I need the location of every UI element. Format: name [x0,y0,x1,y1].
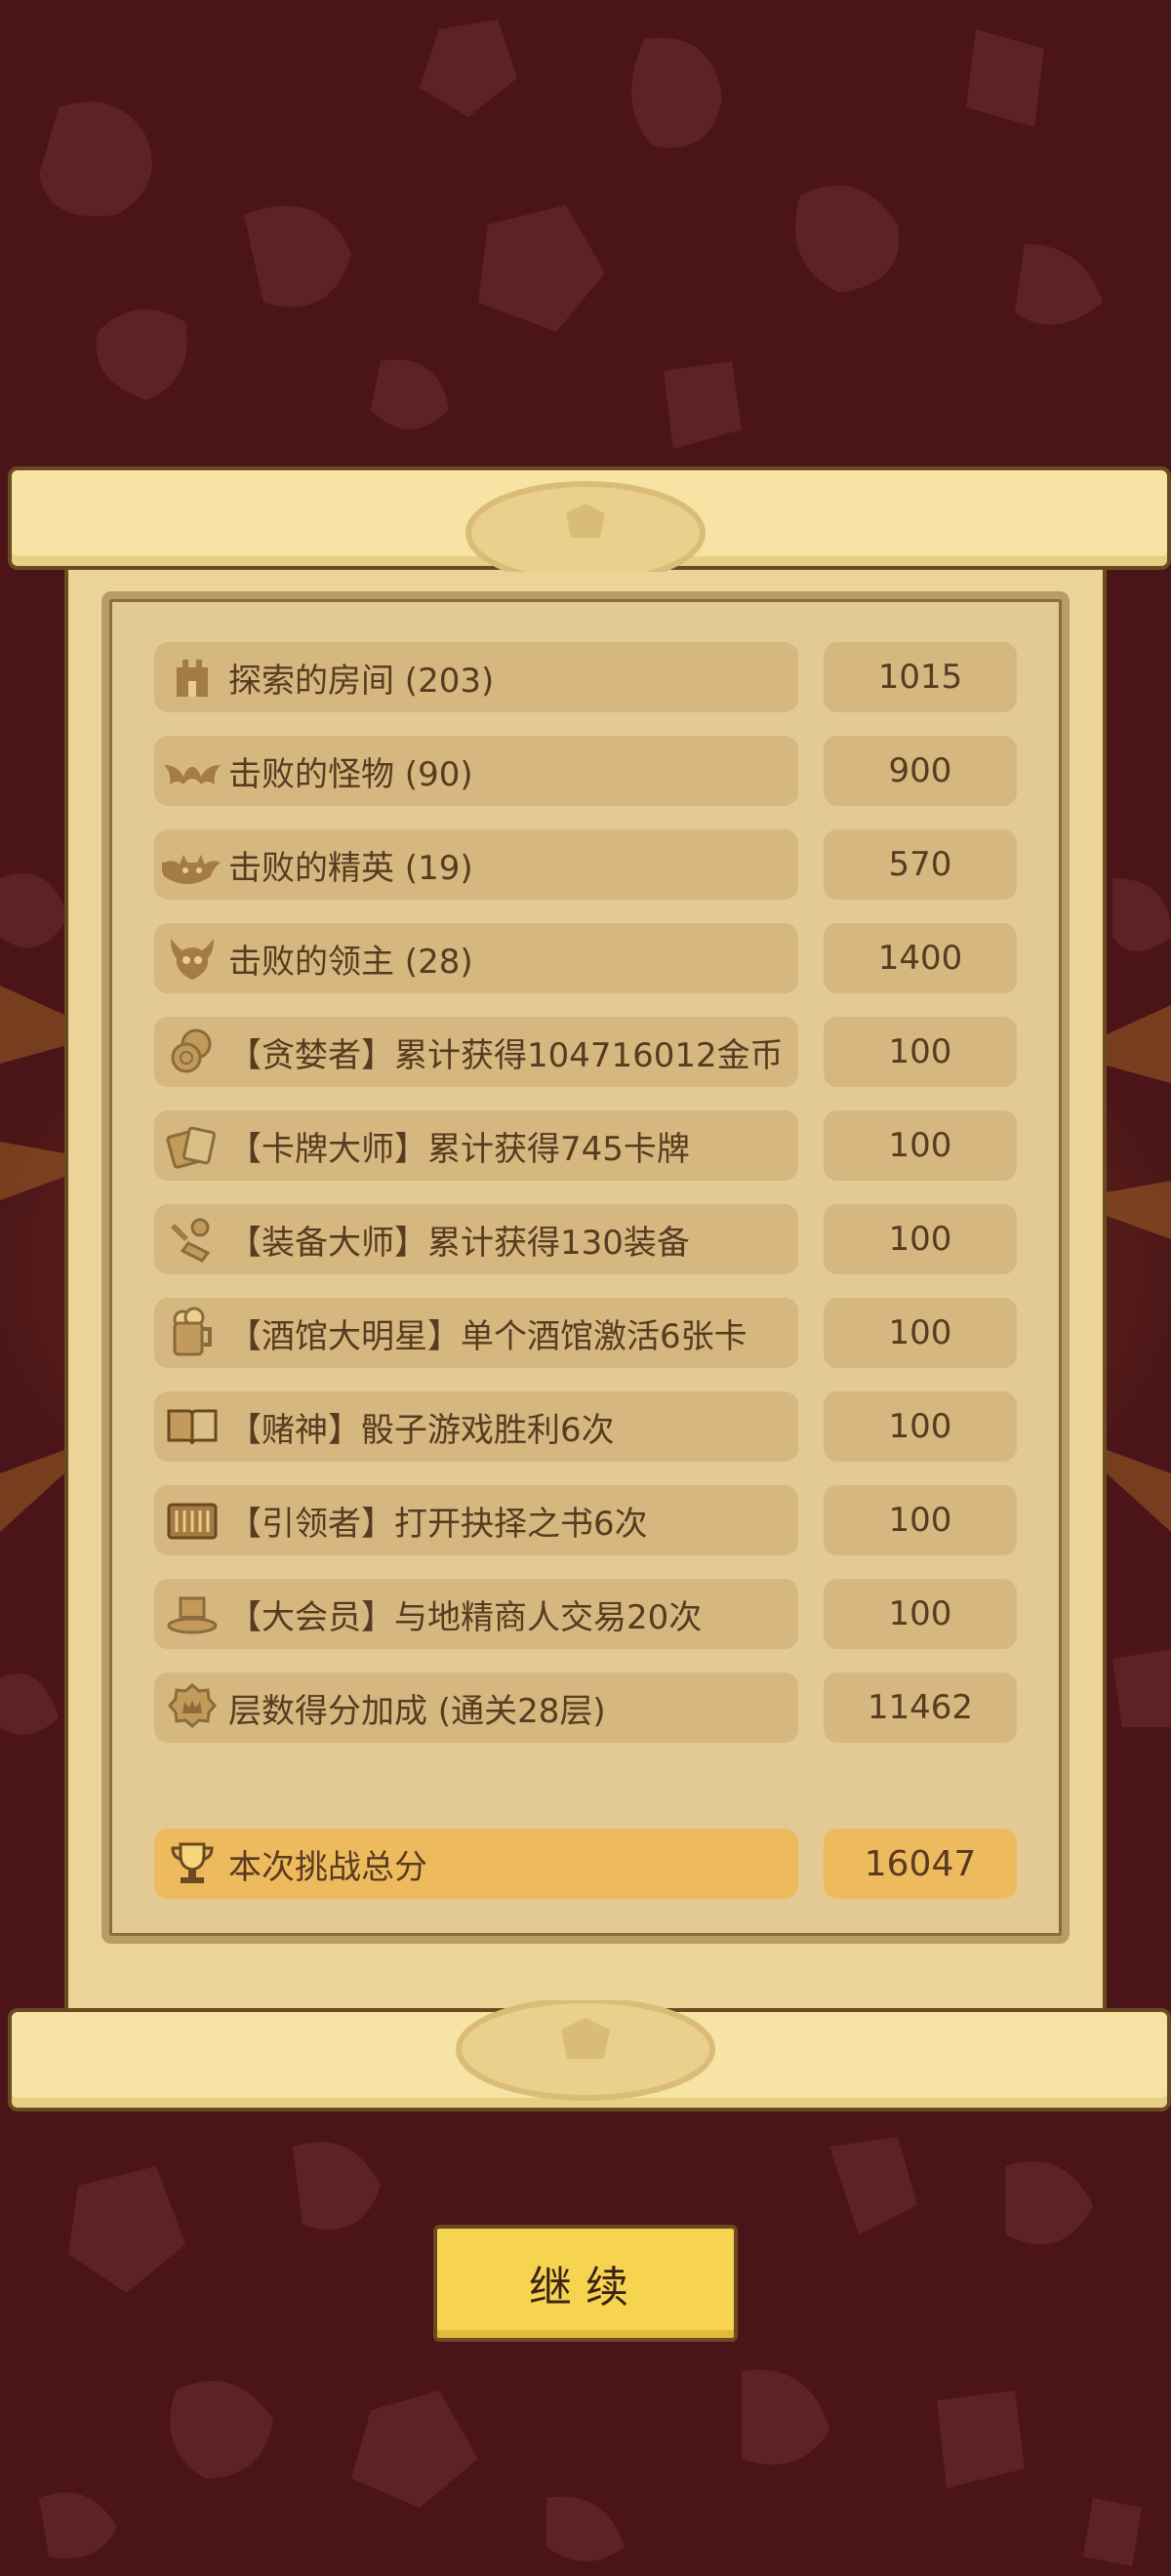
demon-icon [162,834,222,895]
row-value: 570 [824,829,1017,900]
row-value: 11462 [824,1672,1017,1743]
row-value: 100 [824,1017,1017,1087]
row-label: 击败的怪物 (90) [228,754,473,794]
score-row-vip: 【大会员】与地精商人交易20次 100 [154,1579,1019,1649]
score-row-gambler: 【赌神】骰子游戏胜利6次 100 [154,1391,1019,1462]
row-value: 100 [824,1204,1017,1274]
row-value: 900 [824,736,1017,806]
top-hat-icon [162,1584,222,1644]
crown-badge-icon [162,1677,222,1738]
score-row-tavern-star: 【酒馆大明星】单个酒馆激活6张卡 100 [154,1298,1019,1368]
book-icon [162,1490,222,1550]
row-label: 击败的领主 (28) [228,942,473,982]
score-row-total: 本次挑战总分 16047 [154,1829,1019,1899]
row-value: 100 [824,1110,1017,1181]
row-label: 【赌神】骰子游戏胜利6次 [228,1410,615,1450]
row-value: 100 [824,1298,1017,1368]
row-label: 【卡牌大师】累计获得745卡牌 [228,1129,690,1169]
open-book-icon [162,1396,222,1457]
emblem-bottom-icon [456,2000,715,2101]
row-label: 【引领者】打开抉择之书6次 [228,1504,648,1544]
score-row-greedy: 【贪婪者】累计获得104716012金币 100 [154,1017,1019,1087]
equipment-icon [162,1209,222,1269]
row-label: 击败的精英 (19) [228,848,473,888]
row-label: 【大会员】与地精商人交易20次 [228,1597,703,1637]
score-row-rooms: 探索的房间 (203) 1015 [154,642,1019,712]
row-label: 【装备大师】累计获得130装备 [228,1223,690,1263]
total-value: 16047 [824,1829,1017,1899]
score-row-bosses: 击败的领主 (28) 1400 [154,923,1019,993]
emblem-top-icon [465,481,706,572]
tower-icon [162,647,222,707]
trophy-icon [162,1833,222,1894]
cards-icon [162,1115,222,1176]
row-value: 100 [824,1485,1017,1555]
row-label: 探索的房间 (203) [228,661,495,701]
skull-icon [162,928,222,988]
row-label: 【酒馆大明星】单个酒馆激活6张卡 [228,1316,747,1356]
score-row-monsters: 击败的怪物 (90) 900 [154,736,1019,806]
coins-icon [162,1022,222,1082]
score-row-floor-bonus: 层数得分加成 (通关28层) 11462 [154,1672,1019,1743]
score-row-elites: 击败的精英 (19) 570 [154,829,1019,900]
score-row-card-master: 【卡牌大师】累计获得745卡牌 100 [154,1110,1019,1181]
row-value: 100 [824,1579,1017,1649]
row-label: 层数得分加成 (通关28层) [228,1691,606,1731]
score-row-leader: 【引领者】打开抉择之书6次 100 [154,1485,1019,1555]
beer-mug-icon [162,1303,222,1363]
row-value: 1015 [824,642,1017,712]
continue-button[interactable]: 继续 [433,2225,738,2342]
row-value: 100 [824,1391,1017,1462]
score-row-equipment-master: 【装备大师】累计获得130装备 100 [154,1204,1019,1274]
row-label: 【贪婪者】累计获得104716012金币 [228,1035,784,1075]
total-label: 本次挑战总分 [228,1847,427,1887]
bat-icon [162,741,222,801]
row-value: 1400 [824,923,1017,993]
